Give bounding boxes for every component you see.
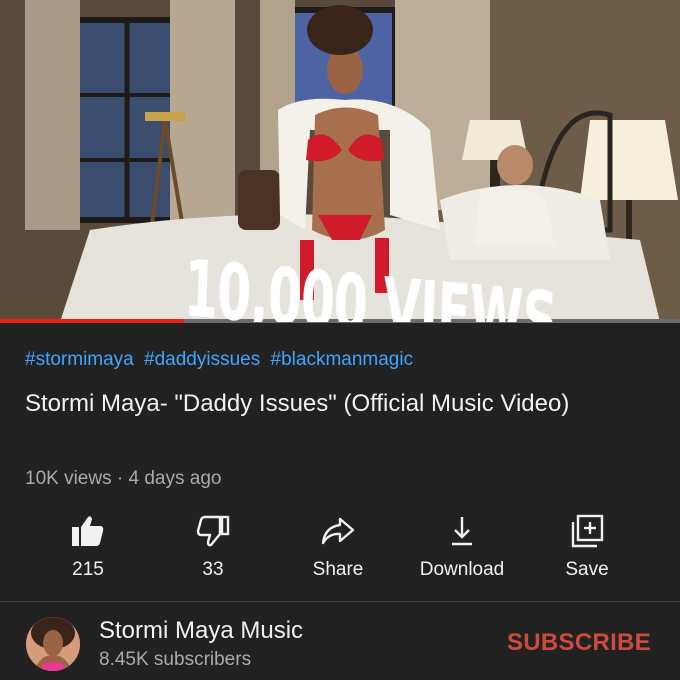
channel-name[interactable]: Stormi Maya Music — [99, 617, 303, 645]
share-label: Share — [312, 559, 364, 580]
meta-separator: · — [116, 468, 124, 489]
channel-avatar[interactable] — [26, 617, 80, 671]
save-label: Save — [565, 559, 609, 580]
dislike-button[interactable]: 33 — [153, 508, 273, 581]
video-meta: 10K views · 4 days ago — [25, 468, 221, 490]
hashtag-row: #stormimaya #daddyissues #blackmanmagic — [25, 349, 418, 371]
view-count: 10K views — [25, 468, 112, 489]
upload-age: 4 days ago — [128, 468, 222, 489]
download-icon — [452, 517, 472, 546]
video-title[interactable]: Stormi Maya- "Daddy Issues" (Official Mu… — [25, 386, 585, 422]
download-button[interactable]: Download — [402, 508, 522, 581]
share-button[interactable]: Share — [278, 508, 398, 581]
thumbs-down-icon — [196, 515, 230, 547]
hashtag-link[interactable]: #blackmanmagic — [271, 349, 414, 370]
like-count: 215 — [72, 559, 104, 580]
add-to-playlist-icon — [571, 514, 604, 548]
thumbs-up-icon — [72, 516, 104, 546]
download-label: Download — [419, 559, 505, 580]
video-player[interactable]: 10,000 VIEWS — [0, 0, 680, 322]
progress-fill — [0, 319, 184, 323]
channel-row: Stormi Maya Music 8.45K subscribers SUBS… — [0, 603, 680, 680]
action-bar: 215 33 Share Download Save — [0, 508, 680, 588]
dislike-count: 33 — [202, 559, 224, 580]
avatar-image — [26, 617, 80, 671]
share-icon — [321, 517, 355, 545]
hashtag-link[interactable]: #daddyissues — [144, 349, 260, 370]
subscriber-count: 8.45K subscribers — [99, 649, 252, 670]
hashtag-link[interactable]: #stormimaya — [25, 349, 134, 370]
subscribe-button[interactable]: SUBSCRIBE — [507, 629, 651, 657]
save-button[interactable]: Save — [527, 508, 647, 581]
like-button[interactable]: 215 — [28, 508, 148, 581]
section-divider — [0, 601, 680, 602]
